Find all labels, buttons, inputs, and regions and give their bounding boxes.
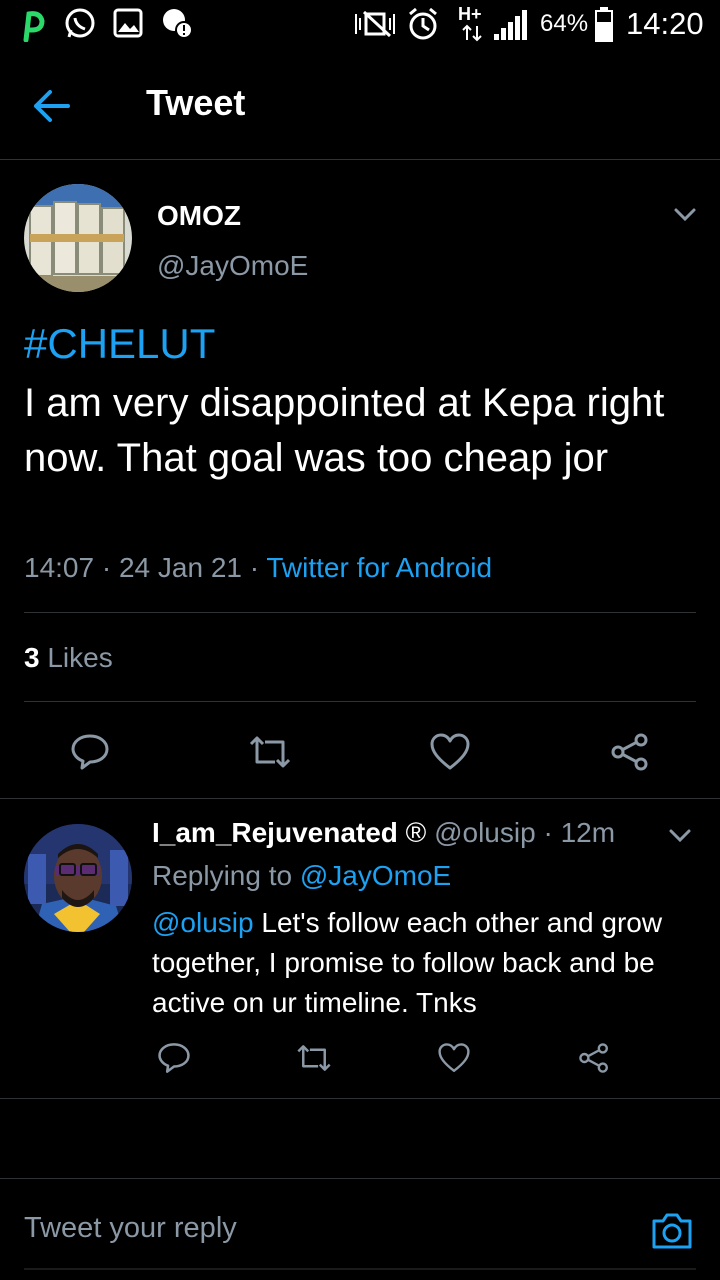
tweet-date: 24 Jan 21 <box>118 552 242 583</box>
likes-count: 3 <box>24 642 40 673</box>
avatar-image <box>24 184 132 292</box>
reply-reply-button[interactable] <box>152 1038 196 1078</box>
pinterest-icon <box>23 11 45 42</box>
reply-divider <box>0 1098 720 1099</box>
data-arrows-icon <box>462 24 482 42</box>
heart-icon <box>430 733 470 770</box>
whatsapp-icon <box>65 8 95 38</box>
camera-icon <box>652 1213 692 1249</box>
tweet-meta: 14:07 · 24 Jan 21 · Twitter for Android <box>24 552 492 584</box>
battery-icon <box>595 7 613 42</box>
back-arrow-icon <box>34 90 70 122</box>
replying-to: Replying to @JayOmoE <box>152 860 451 892</box>
avatar[interactable] <box>24 184 132 292</box>
chevron-down-icon <box>674 208 696 222</box>
reply-avatar[interactable] <box>24 824 132 932</box>
tweet-time: 14:07 <box>24 552 95 583</box>
replying-to-link[interactable]: @JayOmoE <box>300 860 451 891</box>
reply-menu-button[interactable] <box>664 822 696 850</box>
reply-icon <box>158 1043 190 1073</box>
tweet-source-link[interactable]: Twitter for Android <box>266 552 492 583</box>
hashtag-link[interactable]: #CHELUT <box>24 320 215 368</box>
gallery-icon <box>113 8 143 38</box>
alarm-icon <box>409 7 437 40</box>
tweet-text: I am very disappointed at Kepa right now… <box>24 381 665 480</box>
share-icon <box>579 1043 609 1073</box>
tweet-menu-button[interactable] <box>668 200 702 228</box>
compose-divider <box>0 1178 720 1179</box>
reply-display-name[interactable]: I_am_Rejuvenated <box>152 817 398 848</box>
retweet-button[interactable] <box>244 728 296 776</box>
reply-icon <box>71 734 109 770</box>
meta-separator: · <box>543 817 553 848</box>
mute-icon <box>355 10 395 38</box>
reply-retweet-button[interactable] <box>292 1038 336 1078</box>
reply-like-button[interactable] <box>432 1038 476 1078</box>
display-name[interactable]: OMOZ <box>157 200 241 232</box>
retweet-icon <box>297 1045 331 1071</box>
clock: 14:20 <box>626 6 704 41</box>
reply-button[interactable] <box>64 728 116 776</box>
battery-percent: 64% <box>540 10 589 37</box>
likes-link[interactable]: 3 Likes <box>24 642 113 674</box>
reply-header: I_am_Rejuvenated ® @olusip · 12m <box>152 817 615 849</box>
chevron-down-icon <box>669 829 691 843</box>
reply-handle[interactable]: @olusip <box>434 817 536 848</box>
page-title: Tweet <box>146 82 246 123</box>
likes-label: Likes <box>47 642 113 673</box>
registered-mark: ® <box>405 817 427 848</box>
user-handle[interactable]: @JayOmoE <box>157 250 308 282</box>
compose-underline <box>24 1268 696 1270</box>
heart-icon <box>438 1043 470 1072</box>
meta-separator: · <box>249 552 260 583</box>
meta-divider <box>24 612 696 613</box>
reply-avatar-image <box>24 824 132 932</box>
network-type: H+ <box>458 4 482 24</box>
retweet-icon <box>249 736 291 768</box>
share-icon <box>611 733 648 771</box>
reply-input[interactable]: Tweet your reply <box>24 1212 237 1245</box>
signal-icon <box>494 10 527 40</box>
back-button[interactable] <box>32 84 82 128</box>
reply-share-button[interactable] <box>572 1038 616 1078</box>
like-button[interactable] <box>424 728 476 776</box>
replying-prefix: Replying to <box>152 860 293 891</box>
status-bar: H+ 64% 14:20 <box>0 0 720 52</box>
meta-separator: · <box>101 552 112 583</box>
share-button[interactable] <box>604 728 656 776</box>
notification-icon <box>163 9 193 39</box>
reply-text-block: @olusip Let's follow each other and grow… <box>152 903 692 1023</box>
header-divider <box>0 159 720 160</box>
reply-time: 12m <box>560 817 616 848</box>
mention-link[interactable]: @olusip <box>152 907 254 938</box>
camera-button[interactable] <box>650 1209 694 1251</box>
actions-divider <box>0 798 720 799</box>
likes-divider <box>24 701 696 702</box>
